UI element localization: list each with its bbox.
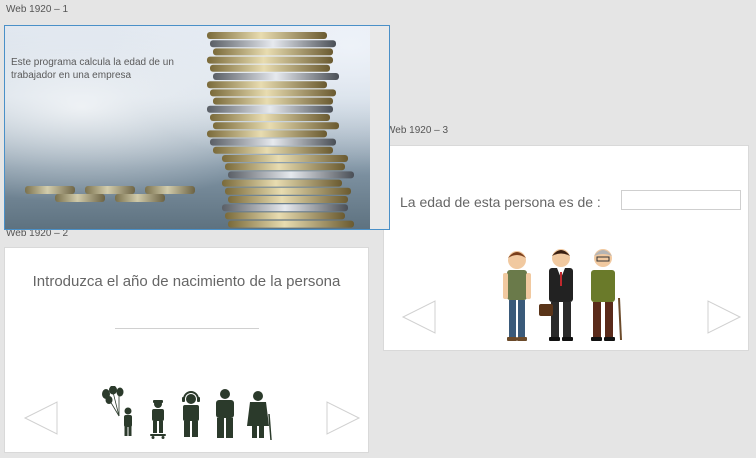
coin-shape xyxy=(213,122,339,130)
coin-shape xyxy=(210,138,336,146)
coin-shape xyxy=(213,97,333,105)
child-with-balloons-icon xyxy=(102,386,132,436)
artboard-3[interactable]: La edad de esta persona es de : xyxy=(383,145,749,351)
elderly-woman-cane-icon xyxy=(247,391,272,441)
birth-year-prompt: Introduzca el año de nacimiento de la pe… xyxy=(32,273,341,290)
old-man-cane-icon xyxy=(591,249,622,341)
artboard-1[interactable]: Este programa calcula la edad de un trab… xyxy=(4,25,390,230)
artboard-2[interactable]: Introduzca el año de nacimiento de la pe… xyxy=(4,247,369,453)
prev-arrow-icon[interactable] xyxy=(21,398,61,438)
adult-man-icon xyxy=(216,389,234,438)
coin-shape xyxy=(222,179,342,187)
coin-shape xyxy=(55,194,105,202)
artboard-label-3[interactable]: Web 1920 – 3 xyxy=(386,125,448,136)
coin-shape xyxy=(210,89,336,97)
age-result-label: La edad de esta persona es de : xyxy=(400,194,601,210)
young-man-icon xyxy=(503,251,531,341)
next-arrow-icon[interactable] xyxy=(323,398,363,438)
next-arrow-icon[interactable] xyxy=(704,297,744,337)
coin-shape xyxy=(222,155,348,162)
coin-shape xyxy=(207,56,333,64)
coin-shape xyxy=(222,204,348,212)
coin-shape xyxy=(145,186,195,194)
people-illustration xyxy=(503,249,622,341)
prev-arrow-icon[interactable] xyxy=(399,297,439,337)
coin-shape xyxy=(213,146,333,154)
coin-shape xyxy=(25,186,75,194)
boy-skateboard-icon xyxy=(150,400,166,439)
coin-shape xyxy=(210,40,336,48)
artboard-label-1[interactable]: Web 1920 – 1 xyxy=(6,4,68,15)
coin-shape xyxy=(225,163,345,171)
life-stages-illustration xyxy=(102,386,272,441)
coin-shape xyxy=(207,32,327,39)
coin-shape xyxy=(213,48,333,56)
coin-shape xyxy=(207,105,333,113)
coin-shape xyxy=(115,194,165,202)
coin-shape xyxy=(228,171,354,179)
teen-headphones-icon xyxy=(182,391,200,437)
coin-shape xyxy=(225,187,351,195)
coin-shape xyxy=(213,73,339,80)
coin-shape xyxy=(225,212,345,220)
coin-shape xyxy=(85,186,135,194)
birth-year-input[interactable] xyxy=(115,314,259,329)
coin-shape xyxy=(210,64,330,72)
intro-description: Este programa calcula la edad de un trab… xyxy=(11,57,174,81)
age-output-field[interactable] xyxy=(621,190,741,210)
businessman-briefcase-icon xyxy=(539,249,573,341)
coin-shape xyxy=(210,114,330,121)
coin-shape xyxy=(228,220,354,228)
coin-shape xyxy=(207,81,327,89)
coin-shape xyxy=(228,196,348,203)
coin-shape xyxy=(207,130,327,138)
